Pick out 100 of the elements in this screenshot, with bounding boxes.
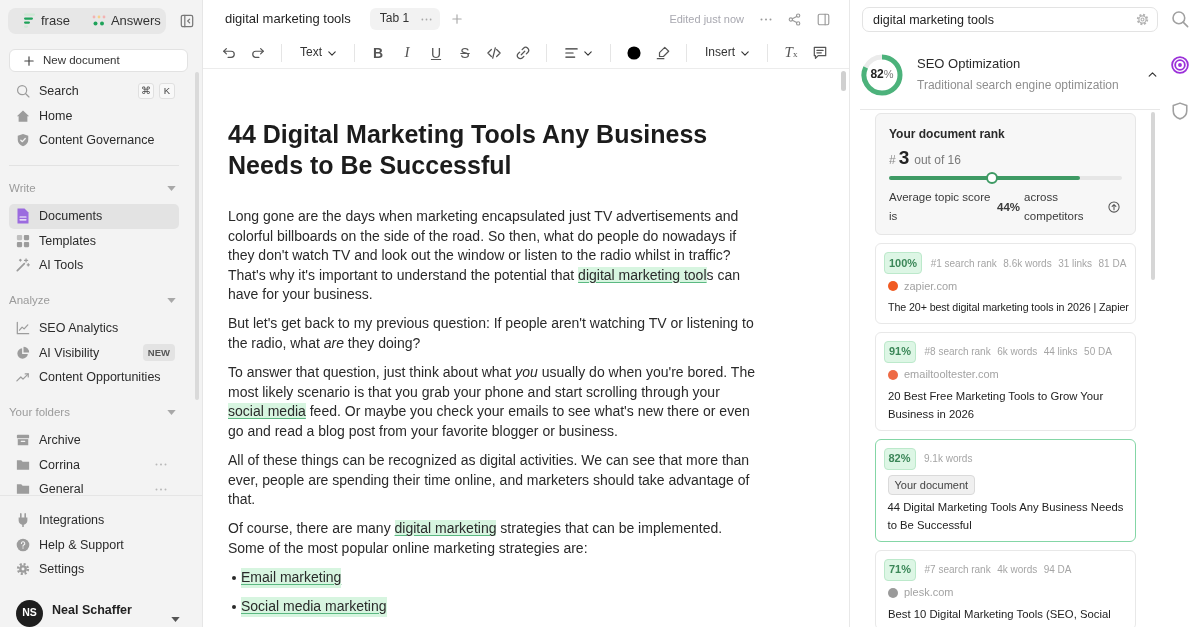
text-style-dropdown[interactable]: Text — [293, 41, 343, 65]
average-score-value: 44% — [997, 199, 1021, 215]
nav-item[interactable]: Integrations — [9, 508, 179, 533]
nav-item[interactable]: Corrina — [9, 452, 179, 477]
folder-icon — [16, 482, 30, 495]
search-item[interactable]: Search ⌘ K — [9, 79, 179, 104]
seo-optimization-button[interactable] — [1168, 53, 1192, 77]
shield-icon — [1171, 102, 1189, 120]
comment-icon — [813, 46, 828, 60]
folder-icon — [16, 457, 30, 472]
settings-icon — [1136, 13, 1149, 26]
nav-item[interactable]: SEO Analytics — [9, 316, 179, 341]
magic-wand-icon — [16, 258, 30, 273]
edit-status: Edited just now — [669, 11, 744, 27]
share-button[interactable] — [788, 12, 801, 26]
nav-item[interactable]: Help & Support — [9, 532, 179, 557]
tab[interactable]: Tab 1 — [369, 8, 441, 30]
result-stat: 9.1k words — [924, 452, 973, 465]
switcher-tab[interactable]: frase — [24, 11, 70, 31]
settings-icon — [16, 562, 30, 577]
keyword-field[interactable]: digital marketing tools — [862, 7, 1158, 32]
result-title: 44 Digital Marketing Tools Any Business Needs to Be Successful — [887, 499, 1125, 533]
rank-title: Your document rank — [889, 126, 1006, 142]
rank-prefix: # — [889, 152, 896, 169]
nav-item[interactable]: AI Visibility NEW — [9, 340, 179, 365]
paragraph: Of course, there are many digital marketing strategies that can be implemented. Some of the most popular online marketing strategies are: — [228, 519, 724, 558]
sidebar-toggle-icon — [180, 14, 194, 28]
nav-item[interactable]: Documents — [9, 204, 179, 229]
nav-item[interactable]: General — [9, 477, 179, 495]
target-icon — [1171, 56, 1189, 74]
nav-item[interactable]: Archive — [9, 428, 179, 453]
result-card[interactable]: 82% 9.1k words Your document 44 Digital Marketing Tools Any Business Needs to Be Successful — [875, 438, 1136, 542]
average-score-suffix: across competitors — [1024, 190, 1085, 224]
collapse-sidebar-button[interactable] — [180, 14, 194, 28]
shield-check-icon — [16, 133, 30, 148]
result-card[interactable]: 100% #1 search rank 8.6k words 31 links 81 DA zapier.com The 20+ best digital marketing tools in 2026 | Zapier — [875, 243, 1136, 324]
archive-box-icon — [16, 433, 30, 448]
search-icon — [16, 84, 30, 99]
highlighter-icon — [656, 46, 670, 60]
score-ring-track — [863, 54, 883, 69]
panel-toggle-button[interactable] — [817, 12, 830, 26]
align-left-icon — [565, 48, 578, 58]
result-title: 20 Best Free Marketing Tools to Grow Your Business in 2026 — [888, 388, 1105, 422]
arrow-up-circle-icon — [1108, 201, 1120, 213]
settings-button[interactable] — [1136, 13, 1149, 26]
chevron-down-icon — [584, 50, 592, 56]
new-badge: NEW — [142, 344, 175, 362]
document-title: digital marketing tools — [225, 10, 351, 28]
scrollbar[interactable] — [841, 71, 846, 91]
nav-item[interactable]: Content Opportunities — [9, 365, 179, 390]
nav-item[interactable]: AI Tools — [9, 253, 179, 278]
avatar: NS — [16, 599, 43, 627]
shortcut-key: K — [159, 83, 175, 100]
bold-button[interactable]: B — [366, 41, 390, 65]
scrollbar[interactable] — [1151, 112, 1155, 280]
result-stat: 31 links — [1058, 256, 1093, 270]
link-icon — [516, 46, 530, 60]
bullet-icon — [232, 604, 236, 609]
shortcut-key: ⌘ — [138, 83, 154, 100]
nav-item[interactable]: Settings — [9, 557, 179, 582]
your-document-tag: Your document — [887, 474, 976, 495]
score-value: 82 — [870, 66, 884, 83]
document-icon — [16, 208, 30, 225]
result-domain: emailtooltester.com — [904, 367, 999, 382]
underline-button[interactable]: U — [424, 41, 448, 65]
new-document-button[interactable]: New document — [9, 49, 188, 72]
nav-item[interactable]: Content Governance — [9, 128, 179, 153]
result-stat: 4k words — [997, 563, 1038, 576]
score-badge: 82% — [883, 447, 916, 470]
strikethrough-button[interactable]: S — [453, 41, 477, 65]
result-title: Best 10 Digital Marketing Tools (SEO, Social — [888, 606, 1111, 622]
italic-button[interactable]: I — [395, 41, 419, 65]
keyword-highlight: digital marketing — [394, 520, 497, 537]
result-stat: #1 search rank — [930, 256, 997, 270]
code-icon — [487, 46, 501, 60]
result-stat: 8.6k words — [1003, 256, 1052, 270]
paragraph: But let's get back to my previous question: If people aren't watching TV or listening to the radio, what are they doing? — [228, 314, 755, 354]
more-button[interactable] — [760, 17, 772, 21]
dots-logo-icon — [91, 15, 106, 27]
share-icon — [788, 12, 801, 26]
bullet-icon — [232, 575, 236, 580]
undo-icon — [222, 46, 236, 60]
keyword-highlight: Email marketing — [241, 568, 342, 588]
section-subtitle: Traditional search engine optimization — [917, 77, 1119, 94]
nav-item[interactable]: Templates — [9, 228, 179, 253]
switcher-tab[interactable]: Answers — [91, 11, 161, 31]
redo-icon — [251, 46, 265, 60]
nav-item[interactable]: Home — [9, 103, 179, 128]
chevron-down-icon — [328, 50, 336, 56]
result-card[interactable]: 91% #8 search rank 6k words 44 links 50 DA emailtooltester.com 20 Best Free Marketing Tools to Grow Your Business in 2026 — [875, 331, 1136, 431]
result-domain: plesk.com — [904, 585, 954, 600]
result-stat: 6k words — [997, 345, 1038, 358]
article-heading: 44 Digital Marketing Tools Any Business Needs to Be Successful — [228, 119, 709, 181]
result-domain: zapier.com — [904, 278, 958, 294]
help-icon — [16, 537, 30, 552]
result-stat: 50 DA — [1084, 345, 1112, 358]
result-card[interactable]: 71% #7 search rank 4k words 94 DA plesk.com Best 10 Digital Marketing Tools (SEO, Social — [875, 549, 1136, 627]
insert-dropdown[interactable]: Insert — [698, 41, 757, 65]
more-icon — [760, 17, 772, 21]
plug-icon — [16, 513, 30, 528]
